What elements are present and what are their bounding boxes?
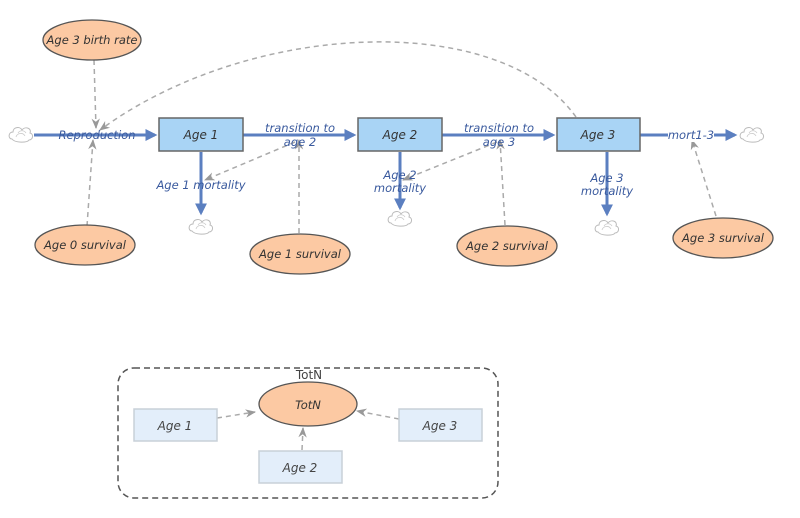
flow-label-transition-to-age-2-line1[interactable]: transition to <box>265 121 335 135</box>
flow-label-transition-to-age-3-line2[interactable]: age 3 <box>483 135 515 149</box>
ghost-label: Age 2 <box>282 461 318 475</box>
ghost-age-2[interactable]: Age 2 <box>258 450 343 484</box>
ghost-label: Age 3 <box>422 419 458 433</box>
cloud-sink-icon <box>739 127 765 143</box>
aux-age-3-survival[interactable]: Age 3 survival <box>672 217 774 259</box>
stock-label: Age 1 <box>183 128 219 142</box>
flow-label-age-2-mortality-line2[interactable]: mortality <box>374 181 426 195</box>
aux-label: Age 3 survival <box>681 231 765 245</box>
aux-age-1-survival[interactable]: Age 1 survival <box>249 233 351 275</box>
converter-totn[interactable]: TotN <box>258 381 358 427</box>
flow-label-age-3-mortality-line1[interactable]: Age 3 <box>589 171 623 185</box>
link-ghost-age2-to-totn <box>298 426 307 451</box>
cloud-sink-icon <box>387 211 413 227</box>
stock-label: Age 2 <box>382 128 418 142</box>
aux-age-0-survival[interactable]: Age 0 survival <box>34 224 136 266</box>
aux-label: Age 2 survival <box>465 239 549 253</box>
link-ghost-age3-to-totn <box>355 408 400 420</box>
stock-age-3[interactable]: Age 3 <box>556 117 641 152</box>
cloud-source-icon <box>8 127 34 143</box>
stock-label: Age 3 <box>580 128 616 142</box>
link-age0survival-to-reproduction <box>86 138 97 227</box>
ghost-age-3[interactable]: Age 3 <box>398 408 483 442</box>
cloud-sink-icon <box>594 220 620 236</box>
stock-age-1[interactable]: Age 1 <box>158 117 244 152</box>
flow-label-age-2-mortality-line1[interactable]: Age 2 <box>382 168 416 182</box>
ghost-label: Age 1 <box>157 419 193 433</box>
link-age2survival-to-transition3 <box>496 138 506 226</box>
flow-label-age-1-mortality[interactable]: Age 1 mortality <box>155 178 245 192</box>
cloud-sink-icon <box>188 219 214 235</box>
link-ghost-age1-to-totn <box>216 409 257 419</box>
diagram-canvas: Reproduction transition to age 2 transit… <box>8 19 774 499</box>
link-age3-to-reproduction <box>99 41 577 131</box>
aux-label: Age 3 birth rate <box>46 33 138 47</box>
converter-label: TotN <box>295 398 321 412</box>
aux-age-2-survival[interactable]: Age 2 survival <box>456 225 558 267</box>
link-age3survival-to-mort1-3 <box>690 138 717 217</box>
aux-age-3-birth-rate[interactable]: Age 3 birth rate <box>42 19 142 61</box>
group-title: TotN <box>295 368 322 382</box>
flow-label-transition-to-age-3-line1[interactable]: transition to <box>464 121 534 135</box>
ghost-age-1[interactable]: Age 1 <box>133 408 218 442</box>
group-totn[interactable]: TotN TotN Age 1 Age 2 Age 3 <box>117 367 499 499</box>
stock-age-2[interactable]: Age 2 <box>357 117 443 152</box>
flow-label-reproduction[interactable]: Reproduction <box>58 128 135 142</box>
aux-label: Age 1 survival <box>258 247 342 261</box>
flow-label-age-3-mortality-line2[interactable]: mortality <box>581 184 633 198</box>
flow-label-mort1-3[interactable]: mort1-3 <box>668 128 714 142</box>
aux-label: Age 0 survival <box>43 238 127 252</box>
link-birthrate-to-reproduction <box>91 59 100 130</box>
flow-label-transition-to-age-2-line2[interactable]: age 2 <box>284 135 316 149</box>
